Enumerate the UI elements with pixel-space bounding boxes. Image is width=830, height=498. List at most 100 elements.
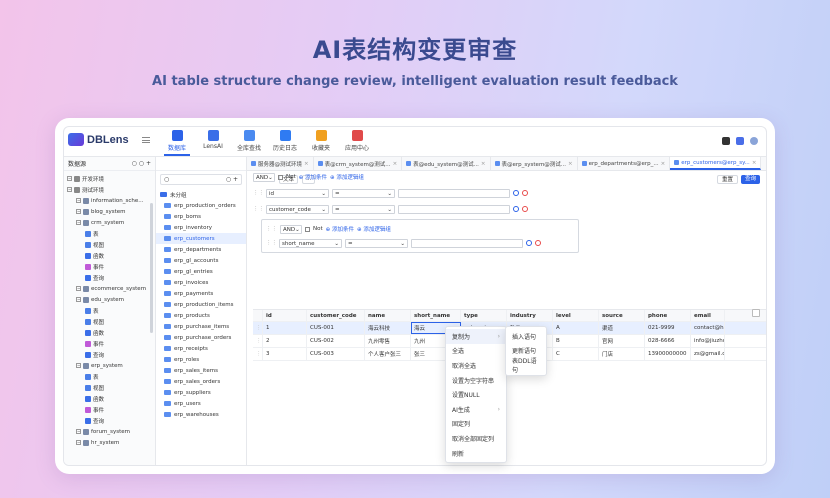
tree-item[interactable]: − 开发环境 bbox=[64, 173, 155, 184]
value-input[interactable] bbox=[398, 204, 510, 214]
logic-select[interactable]: AND ⌄ bbox=[280, 224, 302, 234]
editor-tab[interactable]: erp_customers@erp_sy... × bbox=[670, 157, 762, 170]
tree-item[interactable]: − information_sche... bbox=[64, 195, 155, 206]
remove-row-icon[interactable] bbox=[535, 240, 541, 246]
table-item[interactable]: erp_receipts bbox=[156, 343, 246, 354]
table-item[interactable]: erp_suppliers bbox=[156, 387, 246, 398]
tree-item[interactable]: − 测试环境 bbox=[64, 184, 155, 195]
nav-item-1[interactable]: LensAI bbox=[195, 130, 231, 156]
expand-icon[interactable]: − bbox=[76, 429, 81, 434]
drag-handle-icon[interactable]: ⋮⋮ bbox=[253, 190, 264, 196]
close-icon[interactable]: × bbox=[752, 160, 757, 166]
tree-item[interactable]: 事件 bbox=[64, 404, 155, 415]
tree-item[interactable]: 函数 bbox=[64, 327, 155, 338]
table-item[interactable]: erp_purchase_items bbox=[156, 321, 246, 332]
context-menu-item[interactable]: AI生成 › bbox=[446, 402, 506, 417]
grid-cell[interactable]: info@jiuzho bbox=[691, 335, 725, 347]
column-header[interactable]: customer_code bbox=[307, 310, 365, 321]
nav-item-2[interactable]: 全库查找 bbox=[231, 130, 267, 156]
drag-handle-icon[interactable]: ⋮⋮ bbox=[266, 226, 277, 232]
add-icon[interactable]: + bbox=[146, 160, 151, 167]
tree-item[interactable]: 查询 bbox=[64, 272, 155, 283]
table-item[interactable]: erp_inventory bbox=[156, 222, 246, 233]
operator-select[interactable]: = ⌄ bbox=[332, 204, 395, 214]
menu-toggle-icon[interactable] bbox=[142, 137, 150, 143]
grid-cell[interactable]: 九州零售 bbox=[365, 335, 411, 347]
drag-handle-icon[interactable]: ⋮⋮ bbox=[253, 206, 264, 212]
tree-item[interactable]: 函数 bbox=[64, 393, 155, 404]
close-icon[interactable]: × bbox=[481, 161, 486, 167]
grid-cell[interactable]: C bbox=[553, 348, 599, 360]
grid-cell[interactable]: 个人客户张三 bbox=[365, 348, 411, 360]
tree-item[interactable]: − crm_system bbox=[64, 217, 155, 228]
column-header[interactable]: phone bbox=[645, 310, 691, 321]
column-header[interactable]: source bbox=[599, 310, 645, 321]
table-item[interactable]: erp_roles bbox=[156, 354, 246, 365]
tree-item[interactable]: 表 bbox=[64, 305, 155, 316]
context-menu-item[interactable]: 设置为空字符串 bbox=[446, 373, 506, 388]
table-item[interactable]: erp_production_items bbox=[156, 299, 246, 310]
sidebar-scrollbar[interactable] bbox=[150, 203, 153, 333]
expand-icon[interactable]: − bbox=[76, 209, 81, 214]
expand-icon[interactable]: − bbox=[76, 286, 81, 291]
editor-tab[interactable]: 表@crm_system@测试... × bbox=[314, 157, 403, 170]
add-row-icon[interactable] bbox=[526, 240, 532, 246]
tree-item[interactable]: 表 bbox=[64, 371, 155, 382]
table-item[interactable]: erp_users bbox=[156, 398, 246, 409]
search-icon[interactable]: ○ bbox=[132, 160, 137, 167]
field-select[interactable]: id ⌄ bbox=[266, 188, 329, 198]
grid-cell[interactable]: 13900000000 bbox=[645, 348, 691, 360]
tree-item[interactable]: − forum_system bbox=[64, 426, 155, 437]
grid-cell[interactable]: 021-9999 bbox=[645, 322, 691, 334]
context-menu-item[interactable]: 刷新 bbox=[446, 446, 506, 461]
tree-item[interactable]: − erp_system bbox=[64, 360, 155, 371]
expand-icon[interactable]: − bbox=[76, 220, 81, 225]
grid-cell[interactable]: 海云科技 bbox=[365, 322, 411, 334]
close-icon[interactable]: × bbox=[568, 161, 573, 167]
column-header[interactable]: id bbox=[263, 310, 307, 321]
close-icon[interactable]: × bbox=[661, 161, 666, 167]
expand-icon[interactable]: − bbox=[67, 176, 72, 181]
logic-select[interactable]: AND ⌄ bbox=[253, 172, 275, 182]
field-select[interactable]: short_name ⌄ bbox=[279, 238, 342, 248]
context-menu-item[interactable]: 设置NULL bbox=[446, 387, 506, 402]
editor-tab[interactable]: 表@erp_system@测试... × bbox=[491, 157, 578, 170]
not-checkbox[interactable] bbox=[278, 174, 283, 180]
context-menu-item[interactable]: 全选 bbox=[446, 344, 506, 359]
grid-cell[interactable]: 官网 bbox=[599, 335, 645, 347]
tree-item[interactable]: − blog_system bbox=[64, 206, 155, 217]
table-search-input[interactable]: ○ ○ + bbox=[160, 174, 242, 185]
drag-handle-icon[interactable]: ⋮⋮ bbox=[266, 240, 277, 246]
grid-cell[interactable]: 2 bbox=[263, 335, 307, 347]
remove-row-icon[interactable] bbox=[522, 206, 528, 212]
expand-icon[interactable]: − bbox=[76, 198, 81, 203]
value-input[interactable] bbox=[411, 238, 523, 248]
table-item[interactable]: erp_departments bbox=[156, 244, 246, 255]
refresh-icon[interactable]: ○ bbox=[139, 160, 144, 167]
context-menu-item[interactable]: 复制为 › bbox=[446, 329, 506, 344]
column-header[interactable]: email bbox=[691, 310, 725, 321]
column-header[interactable]: level bbox=[553, 310, 599, 321]
add-row-icon[interactable] bbox=[513, 206, 519, 212]
tree-item[interactable]: 视图 bbox=[64, 316, 155, 327]
tree-item[interactable]: 函数 bbox=[64, 250, 155, 261]
expand-icon[interactable]: − bbox=[67, 187, 72, 192]
column-header[interactable]: short_name bbox=[411, 310, 461, 321]
add-logic-group-button[interactable]: ⊕ 添加逻辑组 bbox=[330, 173, 364, 181]
nav-item-4[interactable]: 收藏夹 bbox=[303, 130, 339, 156]
grid-cell[interactable]: A bbox=[553, 322, 599, 334]
grid-cell[interactable]: 1 bbox=[263, 322, 307, 334]
context-menu-item[interactable]: 固定列 bbox=[446, 417, 506, 432]
theme-icon[interactable] bbox=[722, 137, 730, 145]
grid-cell[interactable]: 渠道 bbox=[599, 322, 645, 334]
add-logic-group-button[interactable]: ⊕ 添加逻辑组 bbox=[357, 225, 391, 233]
submenu-item[interactable]: 表DDL语句 bbox=[506, 358, 546, 374]
operator-select[interactable]: = ⌄ bbox=[345, 238, 408, 248]
table-item[interactable]: erp_gl_entries bbox=[156, 266, 246, 277]
nav-item-3[interactable]: 历史日志 bbox=[267, 130, 303, 156]
context-menu-item[interactable]: 取消全部固定列 bbox=[446, 431, 506, 446]
field-select[interactable]: customer_code ⌄ bbox=[266, 204, 329, 214]
tree-item[interactable]: 视图 bbox=[64, 239, 155, 250]
close-icon[interactable]: × bbox=[304, 161, 309, 167]
submenu-item[interactable]: 插入语句 bbox=[506, 329, 546, 344]
